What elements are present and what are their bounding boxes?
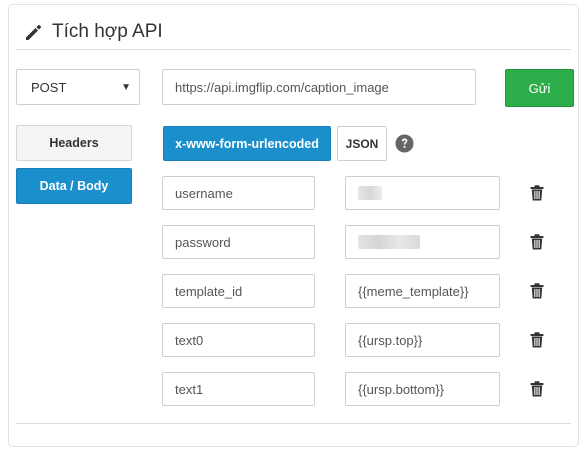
header-divider [16, 49, 571, 50]
param-key-value: template_id [175, 283, 243, 299]
param-key-field[interactable]: template_id [162, 274, 315, 308]
caret-down-icon: ▼ [121, 81, 131, 93]
trash-icon[interactable] [530, 332, 544, 348]
url-input[interactable]: https://api.imgflip.com/caption_image [162, 69, 476, 105]
send-button[interactable]: Gửi [505, 69, 574, 107]
param-key-value: text1 [175, 381, 204, 397]
param-value-field[interactable]: {{ursp.top}} [345, 323, 500, 357]
method-select-value: POST [31, 79, 67, 95]
trash-icon[interactable] [530, 381, 544, 397]
param-key-field[interactable]: text0 [162, 323, 315, 357]
param-value-field[interactable]: {{ursp.bottom}} [345, 372, 500, 406]
param-key-field[interactable]: username [162, 176, 315, 210]
param-value-field[interactable] [345, 176, 500, 210]
param-key-value: password [175, 234, 231, 250]
pencil-icon [26, 24, 42, 40]
param-key-value: text0 [175, 332, 204, 348]
urlencoded-tab[interactable]: x-www-form-urlencoded [163, 126, 331, 161]
param-key-field[interactable]: text1 [162, 372, 315, 406]
footer-divider [16, 423, 571, 424]
param-value-text: {{ursp.bottom}} [358, 381, 445, 397]
trash-icon[interactable] [530, 234, 544, 250]
trash-icon[interactable] [530, 283, 544, 299]
param-value-text: {{ursp.top}} [358, 332, 423, 348]
redacted-value [358, 235, 420, 249]
trash-icon[interactable] [530, 185, 544, 201]
param-key-field[interactable]: password [162, 225, 315, 259]
panel-title: Tích hợp API [52, 21, 163, 42]
json-tab[interactable]: JSON [337, 126, 387, 161]
redacted-value [358, 186, 382, 200]
param-value-field[interactable]: {{meme_template}} [345, 274, 500, 308]
api-integration-panel: Tích hợp API POST ▼ https://api.imgflip.… [8, 4, 579, 447]
headers-tab[interactable]: Headers [16, 125, 132, 161]
panel-header: Tích hợp API [23, 19, 163, 45]
url-input-value: https://api.imgflip.com/caption_image [175, 79, 389, 95]
param-value-field[interactable] [345, 225, 500, 259]
help-icon[interactable] [395, 134, 414, 153]
param-key-value: username [175, 185, 233, 201]
method-select[interactable]: POST ▼ [16, 69, 140, 105]
data-body-tab[interactable]: Data / Body [16, 168, 132, 204]
param-value-text: {{meme_template}} [358, 283, 469, 299]
